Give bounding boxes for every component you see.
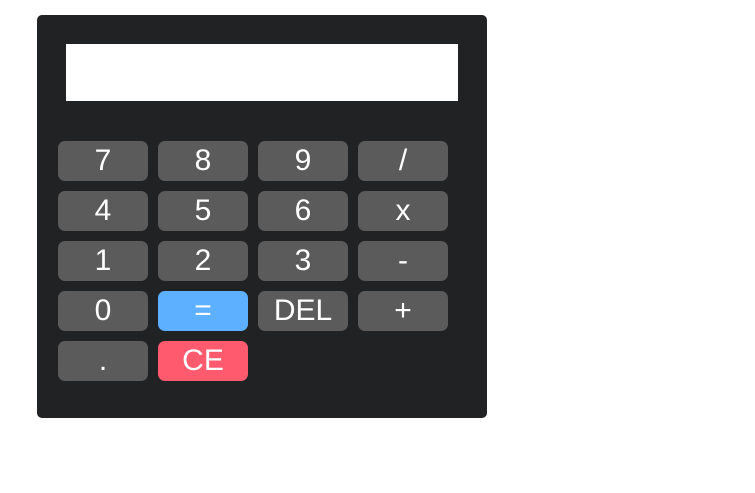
key-subtract[interactable]: -: [358, 241, 448, 281]
key-4[interactable]: 4: [58, 191, 148, 231]
key-7[interactable]: 7: [58, 141, 148, 181]
key-equals[interactable]: =: [158, 291, 248, 331]
key-add[interactable]: +: [358, 291, 448, 331]
calculator: 7 8 9 / 4 5 6 x 1 2 3 - 0 = DEL + . CE: [37, 15, 487, 418]
display-field[interactable]: [66, 44, 458, 101]
key-delete[interactable]: DEL: [258, 291, 348, 331]
keypad: 7 8 9 / 4 5 6 x 1 2 3 - 0 = DEL + . CE: [58, 141, 448, 381]
key-2[interactable]: 2: [158, 241, 248, 281]
key-divide[interactable]: /: [358, 141, 448, 181]
key-clear-entry[interactable]: CE: [158, 341, 248, 381]
key-multiply[interactable]: x: [358, 191, 448, 231]
key-8[interactable]: 8: [158, 141, 248, 181]
key-5[interactable]: 5: [158, 191, 248, 231]
key-9[interactable]: 9: [258, 141, 348, 181]
key-3[interactable]: 3: [258, 241, 348, 281]
key-0[interactable]: 0: [58, 291, 148, 331]
key-decimal[interactable]: .: [58, 341, 148, 381]
key-1[interactable]: 1: [58, 241, 148, 281]
key-6[interactable]: 6: [258, 191, 348, 231]
